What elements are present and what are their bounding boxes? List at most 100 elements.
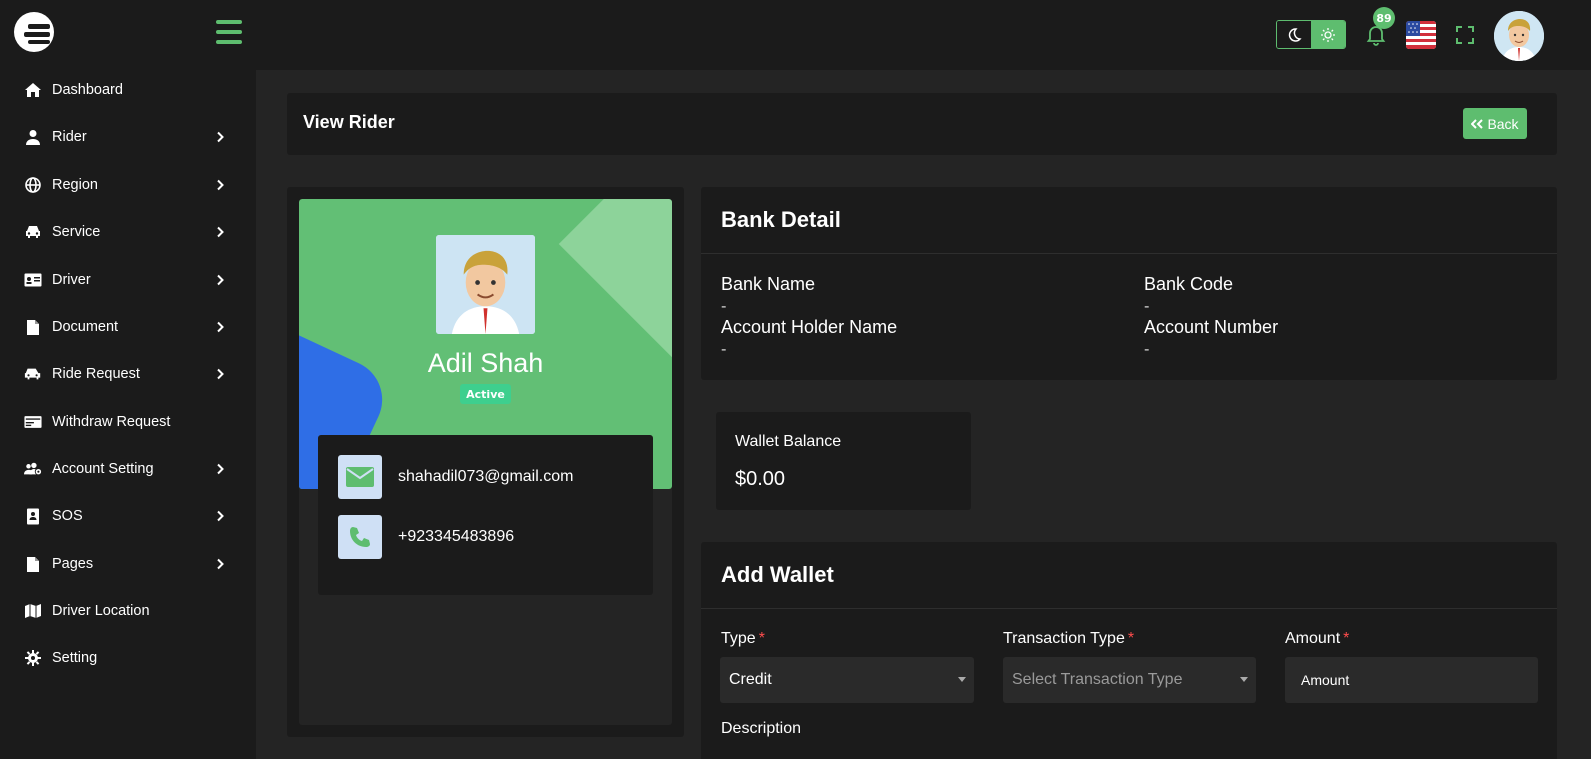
sidebar-item-service[interactable]: Service xyxy=(0,212,256,252)
home-icon xyxy=(24,81,42,99)
contact-book-icon xyxy=(24,507,42,525)
sidebar-item-sos[interactable]: SOS xyxy=(0,496,256,536)
sidebar-item-label: Ride Request xyxy=(52,366,140,382)
double-chevron-left-icon xyxy=(1471,118,1484,129)
map-icon xyxy=(24,602,42,620)
transaction-type-label: Transaction Type * xyxy=(1003,630,1135,647)
required-asterisk: * xyxy=(1343,630,1350,647)
users-gear-icon xyxy=(24,460,42,478)
bank-code-label: Bank Code xyxy=(1144,274,1234,294)
profile-photo xyxy=(436,235,535,334)
fullscreen-icon[interactable] xyxy=(1455,25,1475,45)
type-select-value: Credit xyxy=(729,671,772,688)
description-label: Description xyxy=(721,720,802,737)
email-text[interactable]: shahadil073@gmail.com xyxy=(398,468,573,486)
page-title: View Rider xyxy=(303,112,395,132)
gear-icon xyxy=(24,649,42,667)
sidebar-item-account-setting[interactable]: Account Setting xyxy=(0,449,256,489)
globe-icon xyxy=(24,176,42,194)
status-badge: Active xyxy=(460,384,511,404)
sidebar-item-label: Account Setting xyxy=(52,461,154,477)
sidebar-item-region[interactable]: Region xyxy=(0,165,256,205)
chevron-right-icon xyxy=(217,274,224,286)
taxi-icon xyxy=(24,365,42,383)
sidebar-item-label: SOS xyxy=(52,508,83,524)
sidebar-item-label: Withdraw Request xyxy=(52,414,171,430)
car-icon xyxy=(24,223,42,241)
sun-icon[interactable] xyxy=(1311,21,1345,48)
user-avatar[interactable] xyxy=(1494,11,1544,61)
sidebar-item-ride-request[interactable]: Ride Request xyxy=(0,354,256,394)
divider xyxy=(701,253,1557,254)
bank-name-value: - xyxy=(721,297,727,315)
page-icon xyxy=(24,555,42,573)
sidebar-item-document[interactable]: Document xyxy=(0,307,256,347)
contact-info-card: shahadil073@gmail.com +923345483896 xyxy=(318,435,653,595)
theme-toggle[interactable] xyxy=(1276,20,1346,49)
account-holder-value: - xyxy=(721,340,727,358)
sidebar-item-label: Rider xyxy=(52,129,87,145)
sidebar-item-dashboard[interactable]: Dashboard xyxy=(0,70,256,110)
type-label: Type * xyxy=(721,630,765,647)
chevron-right-icon xyxy=(217,131,224,143)
menu-toggle-icon[interactable] xyxy=(216,20,242,44)
chevron-right-icon xyxy=(217,179,224,191)
sidebar-item-label: Driver xyxy=(52,272,91,288)
sidebar-item-label: Document xyxy=(52,319,119,335)
decorative-shape xyxy=(558,199,672,365)
notification-count-badge: 89 xyxy=(1373,7,1395,29)
wallet-balance-card: Wallet Balance $0.00 xyxy=(716,412,971,510)
sidebar-item-setting[interactable]: Setting xyxy=(0,638,256,678)
transaction-type-placeholder: Select Transaction Type xyxy=(1012,671,1183,688)
app-logo[interactable] xyxy=(14,12,54,52)
back-button[interactable]: Back xyxy=(1463,108,1527,139)
bank-detail-card: Bank Detail Bank Name - Bank Code - Acco… xyxy=(701,187,1557,380)
sidebar-item-pages[interactable]: Pages xyxy=(0,544,256,584)
file-icon xyxy=(24,318,42,336)
us-flag-icon[interactable] xyxy=(1406,21,1436,49)
moon-icon[interactable] xyxy=(1277,21,1311,48)
amount-label: Amount * xyxy=(1285,630,1350,647)
sidebar-item-rider[interactable]: Rider xyxy=(0,117,256,157)
envelope-icon[interactable] xyxy=(338,455,382,499)
wallet-balance-label: Wallet Balance xyxy=(735,433,842,450)
back-button-label: Back xyxy=(1487,115,1519,132)
caret-down-icon xyxy=(958,677,966,682)
user-icon xyxy=(24,128,42,146)
account-holder-label: Account Holder Name xyxy=(721,317,898,337)
chevron-right-icon xyxy=(217,368,224,380)
email-row: shahadil073@gmail.com xyxy=(338,455,573,499)
sidebar-item-label: Service xyxy=(52,224,101,240)
profile-name: Adil Shah xyxy=(427,348,544,378)
page-header-card: View Rider Back xyxy=(287,93,1557,155)
phone-icon[interactable] xyxy=(338,515,382,559)
profile-card: Adil Shah Active shahadil073@gmail.com +… xyxy=(287,187,684,737)
sidebar-item-driver-location[interactable]: Driver Location xyxy=(0,591,256,631)
add-wallet-title: Add Wallet xyxy=(721,562,834,587)
sidebar-item-label: Region xyxy=(52,177,98,193)
caret-down-icon xyxy=(1240,677,1248,682)
profile-card-body: Adil Shah Active shahadil073@gmail.com +… xyxy=(299,199,672,725)
transaction-type-select[interactable]: Select Transaction Type xyxy=(1003,657,1256,703)
bank-name-label: Bank Name xyxy=(721,274,816,294)
sidebar-item-label: Setting xyxy=(52,650,98,666)
amount-input[interactable] xyxy=(1285,657,1538,703)
id-card-icon xyxy=(24,271,42,289)
chevron-right-icon xyxy=(217,321,224,333)
type-select[interactable]: Credit xyxy=(720,657,974,703)
money-icon xyxy=(24,413,42,431)
top-bar: 89 xyxy=(0,0,1591,70)
sidebar-item-label: Dashboard xyxy=(52,82,123,98)
sidebar-item-withdraw-request[interactable]: Withdraw Request xyxy=(0,402,256,442)
sidebar-item-driver[interactable]: Driver xyxy=(0,260,256,300)
divider xyxy=(701,608,1557,609)
chevron-right-icon xyxy=(217,510,224,522)
required-asterisk: * xyxy=(758,630,765,647)
account-number-label: Account Number xyxy=(1144,317,1279,337)
sidebar: Dashboard Rider Region Service Driver Do… xyxy=(0,70,256,759)
sidebar-item-label: Driver Location xyxy=(52,603,150,619)
wallet-balance-value: $0.00 xyxy=(735,468,786,490)
add-wallet-card: Add Wallet Type * Credit Transaction Type… xyxy=(701,542,1557,759)
phone-text[interactable]: +923345483896 xyxy=(398,528,514,546)
account-number-value: - xyxy=(1144,340,1150,358)
